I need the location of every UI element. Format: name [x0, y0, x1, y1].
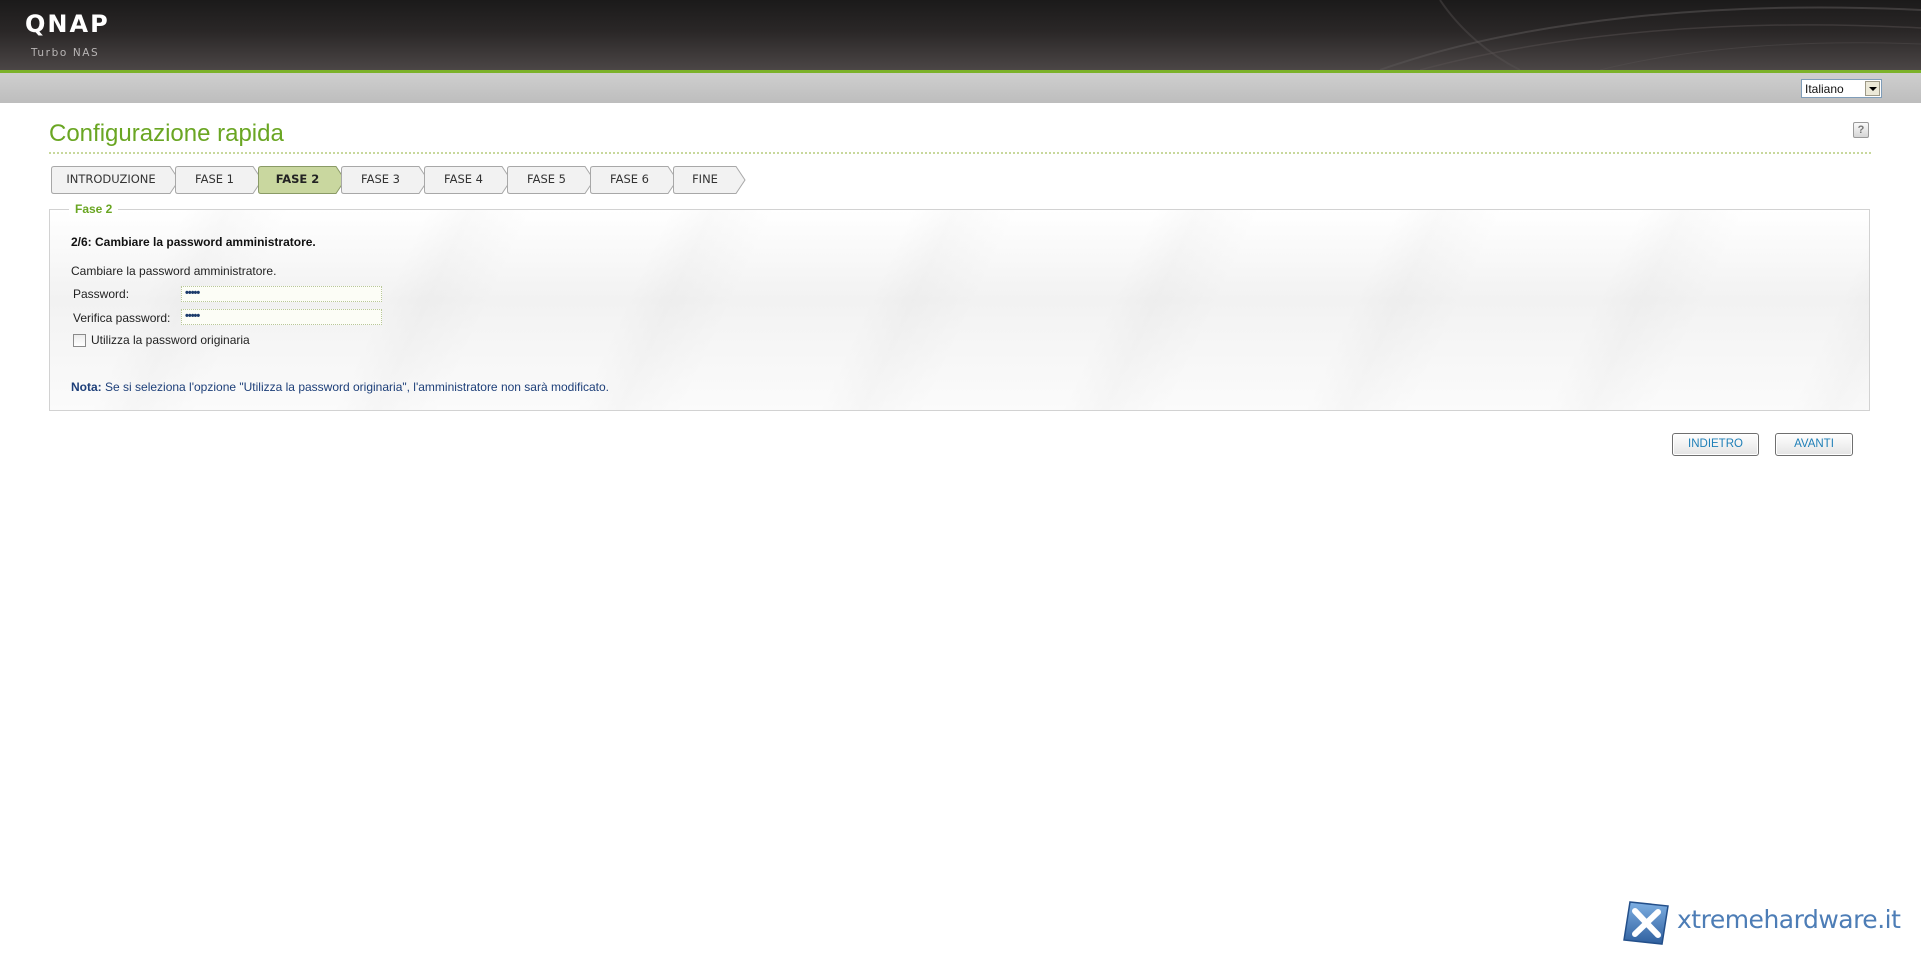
help-icon[interactable]: ?: [1853, 122, 1869, 138]
language-selected-value: Italiano: [1805, 82, 1844, 96]
app-header: QNAP Turbo NAS: [0, 0, 1921, 70]
step-heading: 2/6: Cambiare la password amministratore…: [71, 235, 316, 249]
password-label: Password:: [73, 287, 130, 301]
qnap-logo: QNAP: [25, 10, 110, 38]
step-tab-label: FASE 3: [361, 172, 400, 186]
step-tab-label: INTRODUZIONE: [66, 172, 156, 186]
step-description: Cambiare la password amministratore.: [71, 264, 277, 278]
back-button[interactable]: INDIETRO: [1672, 433, 1759, 456]
page-title: Configurazione rapida: [49, 120, 284, 147]
step-tab-label: FASE 1: [195, 172, 234, 186]
password-field[interactable]: •••••: [181, 286, 382, 302]
watermark: xtremehardware.it: [1620, 896, 1920, 952]
step-tab-4[interactable]: FASE 3: [340, 165, 431, 195]
step-tab-label: FINE: [692, 172, 718, 186]
note-text: Nota: Se si seleziona l'opzione "Utilizz…: [71, 380, 609, 394]
wizard-steps: INTRODUZIONE FASE 1 FASE 2 FASE 3 FASE 4 FASE…: [0, 165, 1921, 195]
language-select[interactable]: Italiano: [1801, 79, 1882, 98]
watermark-text: xtremehardware.it: [1677, 905, 1901, 934]
step-tab-1[interactable]: INTRODUZIONE: [50, 165, 182, 195]
header-swoosh-decoration: [1379, 0, 1921, 70]
next-button[interactable]: AVANTI: [1775, 433, 1853, 456]
step-tab-8[interactable]: FINE: [672, 165, 748, 195]
language-bar: Italiano: [0, 73, 1921, 103]
verify-password-field[interactable]: •••••: [181, 309, 382, 325]
step-tab-2[interactable]: FASE 1: [174, 165, 265, 195]
xtremehardware-logo-icon: [1623, 901, 1669, 945]
step-tab-6[interactable]: FASE 5: [506, 165, 597, 195]
step-tab-label: FASE 4: [444, 172, 483, 186]
note-tag: Nota:: [71, 380, 102, 394]
step-tab-label: FASE 6: [610, 172, 649, 186]
step-tab-5[interactable]: FASE 4: [423, 165, 514, 195]
step-tab-label: FASE 5: [527, 172, 566, 186]
verify-password-label: Verifica password:: [73, 311, 171, 325]
chevron-down-icon[interactable]: [1865, 81, 1880, 96]
note-body: Se si seleziona l'opzione "Utilizza la p…: [101, 380, 609, 394]
step-tab-label: FASE 2: [275, 172, 320, 186]
fieldset-legend: Fase 2: [69, 202, 119, 216]
step-tab-7[interactable]: FASE 6: [589, 165, 680, 195]
title-divider: [49, 152, 1871, 154]
use-original-password-checkbox[interactable]: [73, 334, 86, 347]
use-original-password-label[interactable]: Utilizza la password originaria: [91, 333, 250, 347]
turbo-nas-label: Turbo NAS: [31, 47, 100, 59]
step-tab-3[interactable]: FASE 2: [257, 165, 348, 195]
